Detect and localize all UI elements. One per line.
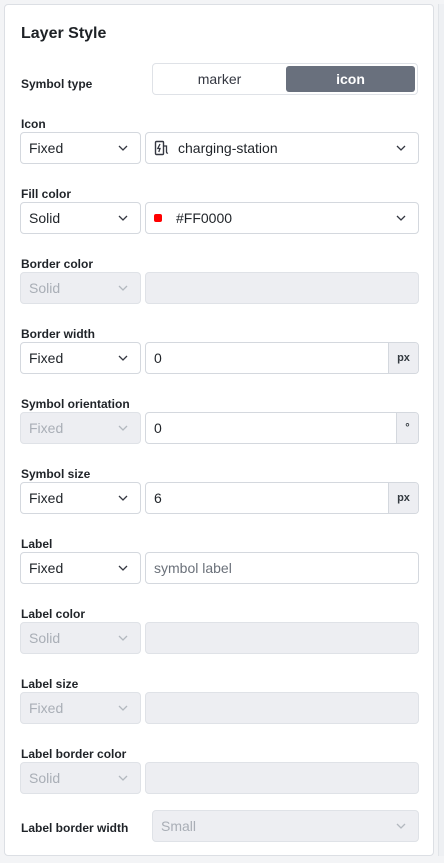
symbol-size-input[interactable]: 6 px <box>145 482 419 514</box>
border-color-mode-value: Solid <box>29 280 61 296</box>
fill-color-mode-value: Solid <box>29 210 61 226</box>
chevron-down-icon <box>396 143 406 153</box>
symbol-orientation-mode-select[interactable]: Fixed <box>20 412 141 444</box>
layer-style-panel: Layer Style Symbol type marker icon Icon… <box>4 4 434 856</box>
label-mode-value: Fixed <box>29 560 64 576</box>
panel-edge-divider <box>438 4 444 856</box>
border-width-input[interactable]: 0 px <box>145 342 419 374</box>
chevron-down-icon <box>118 283 128 293</box>
symbol-orientation-mode-value: Fixed <box>29 420 64 436</box>
border-width-value: 0 <box>154 350 162 366</box>
chevron-down-icon <box>118 353 128 363</box>
symbol-type-marker[interactable]: marker <box>155 66 284 92</box>
symbol-type-icon[interactable]: icon <box>286 66 415 92</box>
chevron-down-icon <box>396 821 406 831</box>
chevron-down-icon <box>396 213 406 223</box>
fill-color-select[interactable]: #FF0000 <box>145 202 419 234</box>
label-color-mode-select[interactable]: Solid <box>20 622 141 654</box>
border-width-label: Border width <box>21 327 95 341</box>
label-border-color-mode-select[interactable]: Solid <box>20 762 141 794</box>
symbol-size-value: 6 <box>154 490 162 506</box>
fill-color-value: #FF0000 <box>176 210 233 226</box>
label-border-width-select[interactable]: Small <box>152 810 419 842</box>
symbol-orientation-input[interactable]: 0 ° <box>145 412 419 444</box>
label-input[interactable]: symbol label <box>145 552 419 584</box>
chevron-down-icon <box>118 423 128 433</box>
icon-mode-select[interactable]: Fixed <box>20 132 141 164</box>
symbol-size-mode-select[interactable]: Fixed <box>20 482 141 514</box>
charging-station-icon <box>154 140 169 156</box>
symbol-orientation-unit: ° <box>396 413 418 443</box>
symbol-type-toggle: marker icon <box>152 63 418 95</box>
label-size-input[interactable] <box>145 692 419 724</box>
chevron-down-icon <box>118 143 128 153</box>
label-placeholder: symbol label <box>154 560 232 576</box>
chevron-down-icon <box>118 563 128 573</box>
label-size-label: Label size <box>21 677 79 691</box>
symbol-size-label: Symbol size <box>21 467 91 481</box>
label-border-color-label: Label border color <box>21 747 127 761</box>
symbol-orientation-value: 0 <box>154 420 162 436</box>
fill-color-mode-select[interactable]: Solid <box>20 202 141 234</box>
label-border-width-value: Small <box>161 818 197 834</box>
label-color-label: Label color <box>21 607 86 621</box>
color-swatch <box>154 214 162 222</box>
label-border-color-input[interactable] <box>145 762 419 794</box>
panel-title: Layer Style <box>21 25 107 42</box>
chevron-down-icon <box>118 773 128 783</box>
icon-select[interactable]: charging-station <box>145 132 419 164</box>
symbol-size-unit: px <box>388 483 418 513</box>
border-color-mode-select[interactable]: Solid <box>20 272 141 304</box>
label-color-mode-value: Solid <box>29 630 61 646</box>
label-border-width-label: Label border width <box>21 821 129 835</box>
chevron-down-icon <box>118 213 128 223</box>
border-width-mode-value: Fixed <box>29 350 64 366</box>
icon-value: charging-station <box>178 140 278 156</box>
border-color-input[interactable] <box>145 272 419 304</box>
icon-label: Icon <box>21 117 46 131</box>
label-field-label: Label <box>21 537 53 551</box>
border-width-mode-select[interactable]: Fixed <box>20 342 141 374</box>
chevron-down-icon <box>118 633 128 643</box>
symbol-size-mode-value: Fixed <box>29 490 64 506</box>
symbol-type-label: Symbol type <box>21 77 93 91</box>
label-mode-select[interactable]: Fixed <box>20 552 141 584</box>
label-border-color-mode-value: Solid <box>29 770 61 786</box>
label-size-mode-select[interactable]: Fixed <box>20 692 141 724</box>
label-size-mode-value: Fixed <box>29 700 64 716</box>
border-width-unit: px <box>388 343 418 373</box>
symbol-orientation-label: Symbol orientation <box>21 397 130 411</box>
chevron-down-icon <box>118 703 128 713</box>
border-color-label: Border color <box>21 257 94 271</box>
icon-mode-value: Fixed <box>29 140 64 156</box>
fill-color-label: Fill color <box>21 187 72 201</box>
label-color-input[interactable] <box>145 622 419 654</box>
chevron-down-icon <box>118 493 128 503</box>
